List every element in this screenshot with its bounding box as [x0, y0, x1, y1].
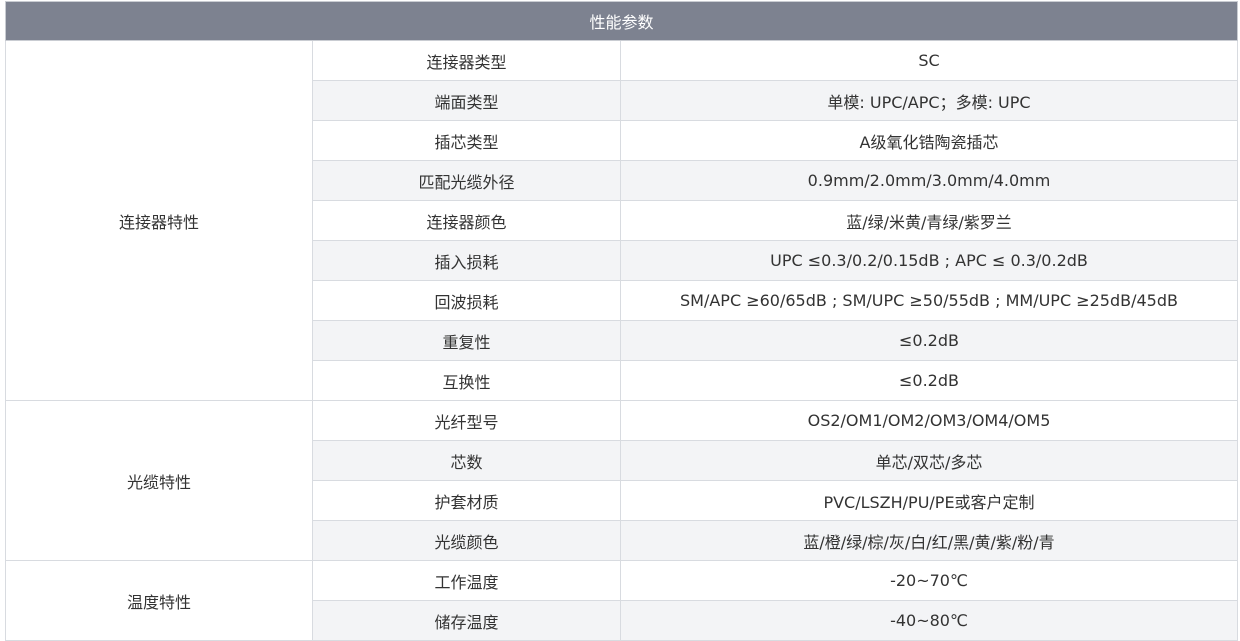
param-value-cell: UPC ≤0.3/0.2/0.15dB ; APC ≤ 0.3/0.2dB: [620, 240, 1238, 281]
param-value-cell: A级氧化锆陶瓷插芯: [620, 120, 1238, 161]
table-header-row: 性能参数: [5, 1, 1238, 41]
param-name-cell: 互换性: [312, 360, 621, 401]
category-cell: 光缆特性: [5, 400, 313, 561]
param-name-cell: 回波损耗: [312, 280, 621, 321]
param-name-cell: 储存温度: [312, 600, 621, 641]
param-value-cell: PVC/LSZH/PU/PE或客户定制: [620, 480, 1238, 521]
param-value-cell: 0.9mm/2.0mm/3.0mm/4.0mm: [620, 160, 1238, 201]
table-title: 性能参数: [5, 1, 1238, 41]
param-name-cell: 连接器颜色: [312, 200, 621, 241]
table-row: 温度特性 工作温度 -20~70℃: [5, 560, 1238, 641]
param-value-cell: 单芯/双芯/多芯: [620, 440, 1238, 481]
category-cell: 连接器特性: [5, 40, 313, 401]
param-value-cell: SC: [620, 40, 1238, 81]
param-value-cell: 蓝/橙/绿/棕/灰/白/红/黑/黄/紫/粉/青: [620, 520, 1238, 561]
category-cell: 温度特性: [5, 560, 313, 641]
param-name-cell: 匹配光缆外径: [312, 160, 621, 201]
performance-spec-table: 性能参数 连接器特性 连接器类型 SC 端面类型 单模: UPC/APC；多模:…: [5, 1, 1238, 641]
param-name-cell: 光纤型号: [312, 400, 621, 441]
param-name-cell: 端面类型: [312, 80, 621, 121]
param-value-cell: SM/APC ≥60/65dB ; SM/UPC ≥50/55dB ; MM/U…: [620, 280, 1238, 321]
param-value-cell: 蓝/绿/米黄/青绿/紫罗兰: [620, 200, 1238, 241]
param-name-cell: 护套材质: [312, 480, 621, 521]
param-name-cell: 光缆颜色: [312, 520, 621, 561]
param-name-cell: 芯数: [312, 440, 621, 481]
table-row: 光缆特性 光纤型号 OS2/OM1/OM2/OM3/OM4/OM5: [5, 400, 1238, 561]
param-name-cell: 插芯类型: [312, 120, 621, 161]
param-value-cell: 单模: UPC/APC；多模: UPC: [620, 80, 1238, 121]
param-value-cell: -20~70℃: [620, 560, 1238, 601]
table-row: 连接器特性 连接器类型 SC: [5, 40, 1238, 401]
param-name-cell: 工作温度: [312, 560, 621, 601]
param-value-cell: ≤0.2dB: [620, 360, 1238, 401]
param-name-cell: 重复性: [312, 320, 621, 361]
param-name-cell: 连接器类型: [312, 40, 621, 81]
param-name-cell: 插入损耗: [312, 240, 621, 281]
param-value-cell: ≤0.2dB: [620, 320, 1238, 361]
param-value-cell: -40~80℃: [620, 600, 1238, 641]
param-value-cell: OS2/OM1/OM2/OM3/OM4/OM5: [620, 400, 1238, 441]
